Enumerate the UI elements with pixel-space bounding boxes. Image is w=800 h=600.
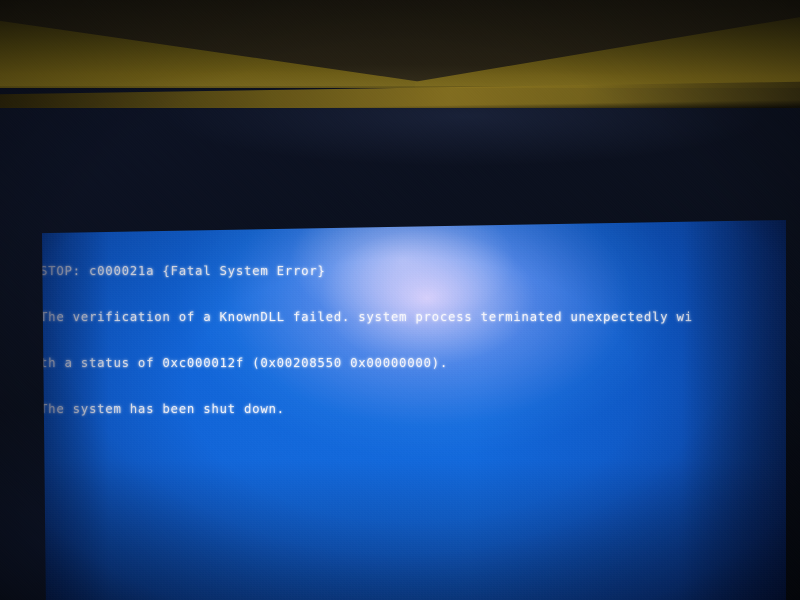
monitor-screen: STOP: c000021a {Fatal System Error} The … xyxy=(42,220,786,600)
photo-of-monitor-bsod: STOP: c000021a {Fatal System Error} The … xyxy=(0,0,800,600)
wall-lighting-gradient xyxy=(0,0,800,95)
monitor: STOP: c000021a {Fatal System Error} The … xyxy=(0,81,800,600)
screen-scanline-noise xyxy=(42,220,786,600)
